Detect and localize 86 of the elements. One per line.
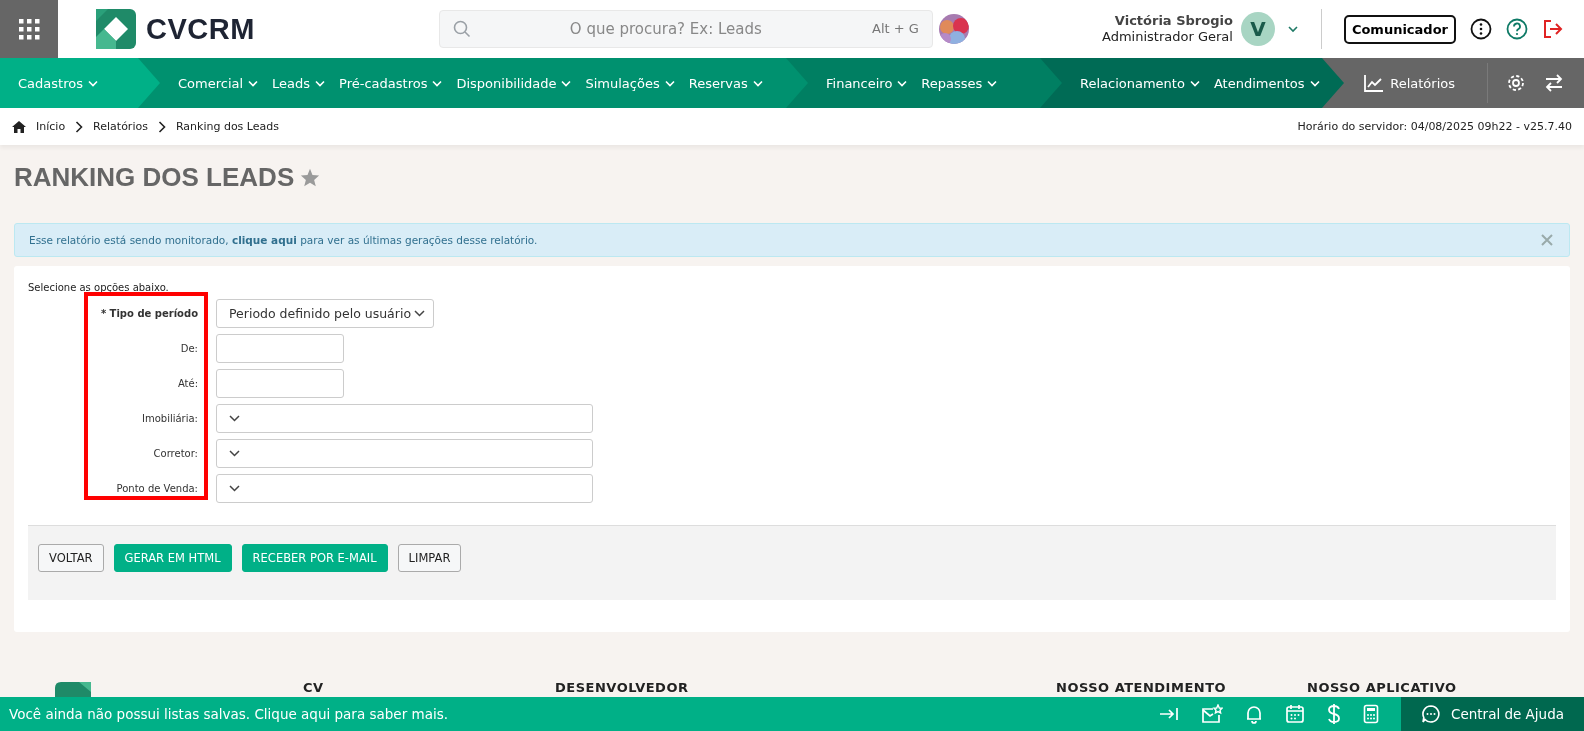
logout-icon[interactable] [1542,18,1564,40]
dollar-icon[interactable] [1327,703,1341,725]
close-icon[interactable] [1541,234,1553,246]
chevron-down-icon [432,79,443,87]
input-field[interactable] [216,369,344,398]
chevron-down-icon [229,450,240,457]
field-label: * Tipo de período [100,308,198,319]
saved-lists-message[interactable]: Você ainda não possui listas salvas. Clique aqui para saber mais. [9,706,448,722]
reports-link[interactable]: Relatórios [1364,74,1463,92]
footer-heading: CV [303,680,324,695]
select-field[interactable] [216,474,593,503]
breadcrumb-link[interactable]: Início [36,120,66,133]
chevron-down-icon [229,415,240,422]
chevron-down-icon [248,79,259,87]
nav-menu-item[interactable]: Disponibilidade [456,75,580,91]
footer-heading: NOSSO ATENDIMENTO [1056,680,1227,695]
alert-message: Esse relatório está sendo monitorado, clique aqui para ver as últimas gerações desse relatório. [29,234,538,246]
line-chart-icon [1364,74,1385,92]
footer-heading: NOSSO APLICATIVO [1307,680,1457,695]
select-field[interactable] [216,404,593,433]
action-button[interactable]: VOLTAR [38,544,104,572]
chevron-down-icon [987,79,998,87]
star-icon[interactable] [300,167,321,187]
settings-icon[interactable] [1506,73,1526,93]
bell-icon[interactable] [1245,704,1263,724]
field-label: De: [180,343,198,354]
arrow-to-line-icon[interactable] [1159,706,1179,722]
form-intro: Selecione as opções abaixo. [28,282,170,293]
action-button[interactable]: LIMPAR [397,544,462,572]
user-role: Administrador Geral [1101,29,1233,45]
user-avatar[interactable]: V [1240,12,1275,46]
chevron-down-icon [315,79,326,87]
chevron-down-icon [1189,79,1200,87]
chevron-down-icon[interactable] [1286,25,1299,33]
logo-text: CVCRM [146,12,255,46]
chevron-down-icon [561,79,572,87]
nav-menu-item[interactable]: Cadastros [18,75,106,91]
field-label: Imobiliária: [142,413,198,424]
nav-menu-item[interactable]: Comercial [178,75,267,91]
input-field[interactable] [216,334,344,363]
chevron-down-icon [664,79,675,87]
chevron-down-icon [229,485,240,492]
breadcrumb-link[interactable]: Relatórios [93,120,148,133]
more-options-icon[interactable] [1470,18,1492,40]
select-field[interactable]: Periodo definido pelo usuário [216,299,434,328]
swap-arrows-icon[interactable] [1544,73,1564,93]
footer-heading: DESENVOLVEDOR [555,680,689,695]
user-name: Victória Sbrogio [1114,13,1233,29]
apps-menu-button[interactable] [0,0,58,58]
nav-menu-item[interactable]: Atendimentos [1213,75,1328,91]
grid-icon [17,17,41,41]
communicator-button[interactable]: Comunicador [1343,14,1456,44]
home-icon [12,120,26,133]
action-button[interactable]: GERAR EM HTML [113,544,232,572]
chevron-down-icon [1309,79,1320,87]
nav-menu-item[interactable]: Repasses [921,75,1006,91]
logo-icon [96,9,136,49]
calendar-icon[interactable] [1285,704,1305,724]
chevron-right-icon [157,120,166,133]
chat-bubble-icon [1421,704,1441,724]
field-label: Até: [177,378,198,389]
chevron-right-icon [75,120,84,133]
chevron-down-icon [414,310,425,317]
page-title: RANKING DOS LEADS [14,161,295,193]
nav-menu-item[interactable]: Relacionamento [1080,75,1208,91]
chevron-down-icon [752,79,763,87]
search-icon [452,20,471,38]
help-center-button[interactable]: Central de Ajuda [1401,697,1584,731]
action-button[interactable]: RECEBER POR E-MAIL [241,544,388,572]
nav-menu-item[interactable]: Simulações [585,75,683,91]
server-time: Horário do servidor: 04/08/2025 09h22 - v25.7.40 [1297,120,1572,133]
calculator-icon[interactable] [1363,704,1379,724]
help-icon[interactable] [1506,18,1528,40]
field-label: Ponto de Venda: [116,483,198,494]
breadcrumb-link[interactable]: Ranking dos Leads [175,120,279,133]
nav-menu-item[interactable]: Pré-cadastros [339,75,451,91]
field-label: Corretor: [153,448,198,459]
chevron-down-icon [87,79,98,87]
select-field[interactable] [216,439,593,468]
nav-menu-item[interactable]: Financeiro [826,75,916,91]
chevron-down-icon [897,79,908,87]
nav-menu-item[interactable]: Reservas [688,75,771,91]
shortcut-hint: Alt + G [872,21,919,36]
nav-menu-item[interactable]: Leads [272,75,334,91]
envelope-star-icon[interactable] [1201,704,1223,724]
report-history-link[interactable]: clique aqui [231,234,297,246]
